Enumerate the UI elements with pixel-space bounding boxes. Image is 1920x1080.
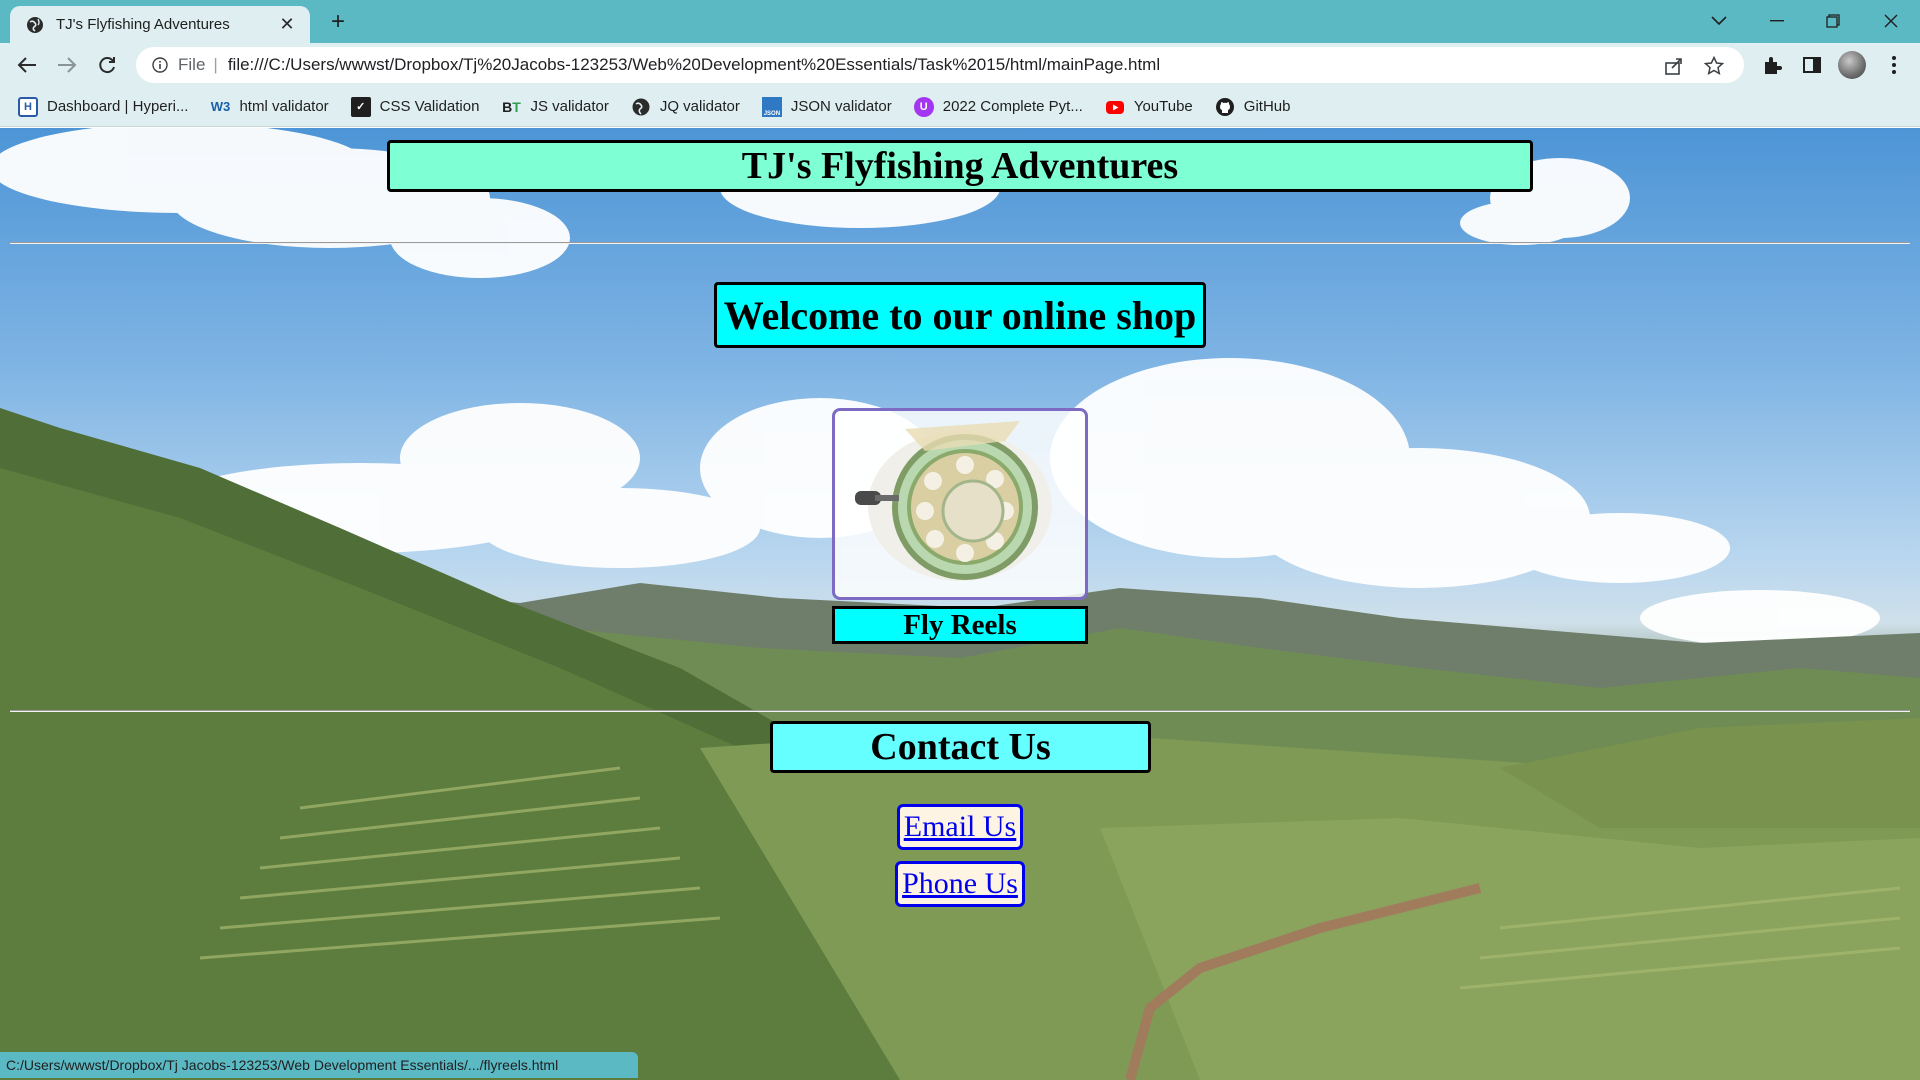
side-panel-icon[interactable] [1798, 51, 1826, 79]
globe-icon [27, 16, 43, 33]
bookmark-github[interactable]: GitHub [1215, 97, 1291, 117]
fly-reels-card-link[interactable] [832, 408, 1088, 600]
browser-titlebar: TJ's Flyfishing Adventures ✕ + [0, 0, 1920, 43]
close-icon[interactable] [1876, 6, 1906, 36]
bookmark-label: YouTube [1133, 98, 1193, 115]
fly-reel-image [855, 421, 1052, 581]
page-viewport: TJ's Flyfishing Adventures Welcome to ou… [0, 128, 1920, 1080]
bookmark-html-validator[interactable]: W3 html validator [210, 97, 329, 117]
css-icon: ✓ [350, 96, 371, 117]
json-icon: JSON [761, 96, 782, 117]
email-us-link[interactable]: Email Us [897, 804, 1023, 850]
site-title: TJ's Flyfishing Adventures [387, 140, 1533, 192]
divider [10, 710, 1910, 712]
address-scheme-label: File [178, 55, 206, 74]
bookmark-json-validator[interactable]: JSON JSON validator [761, 96, 892, 117]
back-arrow-icon[interactable] [12, 50, 42, 80]
reload-icon[interactable] [92, 50, 122, 80]
info-icon[interactable] [152, 57, 168, 73]
address-url[interactable]: file:///C:/Users/wwwst/Dropbox/Tj%20Jaco… [228, 55, 1160, 75]
udemy-icon: U [913, 96, 934, 117]
fly-reels-label: Fly Reels [832, 606, 1088, 644]
phone-us-link[interactable]: Phone Us [895, 861, 1025, 907]
plus-icon[interactable]: + [325, 8, 351, 35]
share-icon[interactable] [1662, 54, 1686, 78]
status-url-bubble: C:/Users/wwwst/Dropbox/Tj Jacobs-123253/… [0, 1052, 638, 1078]
address-bar[interactable]: File | file:///C:/Users/wwwst/Dropbox/Tj… [136, 47, 1744, 83]
extensions-icon[interactable] [1758, 51, 1786, 79]
kebab-menu-icon[interactable] [1880, 51, 1908, 79]
bookmark-label: CSS Validation [379, 98, 480, 115]
bt-icon: BT [502, 98, 521, 115]
youtube-icon [1105, 100, 1124, 114]
star-icon[interactable] [1702, 54, 1726, 78]
restore-icon[interactable] [1818, 6, 1848, 36]
bookmark-js-validator[interactable]: BT JS validator [501, 97, 609, 117]
browser-tab[interactable]: TJ's Flyfishing Adventures ✕ [10, 6, 310, 43]
github-icon [1215, 97, 1234, 116]
bookmarks-bar: H Dashboard | Hyperi... W3 html validato… [0, 87, 1920, 127]
bookmark-dashboard[interactable]: H Dashboard | Hyperi... [18, 96, 189, 117]
address-separator: | [213, 55, 218, 74]
close-icon[interactable]: ✕ [278, 14, 296, 34]
bookmark-label: GitHub [1243, 98, 1291, 115]
chevron-down-icon[interactable] [1704, 6, 1734, 36]
browser-toolbar: File | file:///C:/Users/wwwst/Dropbox/Tj… [0, 43, 1920, 87]
bookmark-youtube[interactable]: YouTube [1105, 97, 1193, 117]
tab-title: TJ's Flyfishing Adventures [56, 16, 230, 33]
bookmark-css-validation[interactable]: ✓ CSS Validation [350, 96, 480, 117]
forward-arrow-icon[interactable] [52, 50, 82, 80]
bookmark-label: 2022 Complete Pyt... [942, 98, 1083, 115]
bookmark-python-course[interactable]: U 2022 Complete Pyt... [913, 96, 1083, 117]
welcome-heading: Welcome to our online shop [714, 282, 1206, 348]
hyperion-icon: H [18, 96, 38, 117]
bookmark-label: JQ validator [659, 98, 740, 115]
bookmark-label: JSON validator [790, 98, 892, 115]
avatar[interactable] [1838, 51, 1866, 79]
minimize-icon[interactable] [1762, 6, 1792, 36]
divider [10, 242, 1910, 244]
w3c-icon: W3 [210, 99, 231, 114]
page-content: TJ's Flyfishing Adventures Welcome to ou… [0, 128, 1920, 1080]
bookmark-label: JS validator [530, 98, 609, 115]
globe-icon [632, 98, 650, 115]
bookmark-label: Dashboard | Hyperi... [47, 98, 189, 115]
contact-heading: Contact Us [770, 721, 1151, 773]
bookmark-jq-validator[interactable]: JQ validator [631, 97, 740, 117]
bookmark-label: html validator [239, 98, 329, 115]
